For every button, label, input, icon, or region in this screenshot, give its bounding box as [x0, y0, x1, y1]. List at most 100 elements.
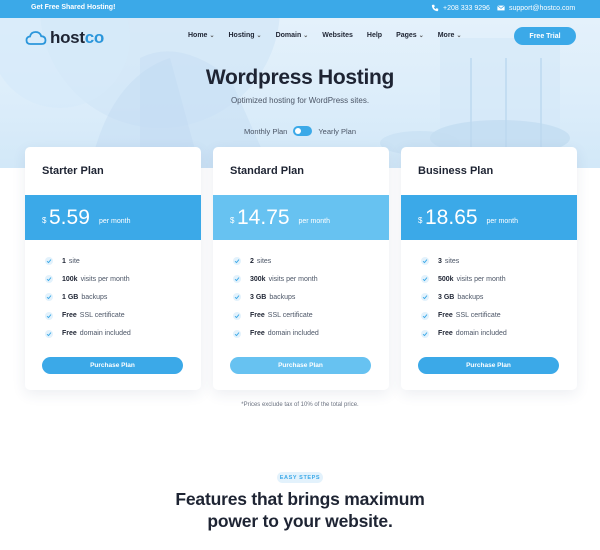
feature-text: SSL certificate [455, 312, 501, 320]
phone-contact[interactable]: +208 333 9296 [431, 4, 490, 12]
nav-item-label: Home [188, 32, 208, 39]
purchase-plan-button[interactable]: Purchase Plan [230, 357, 371, 374]
feature-text: site [68, 257, 80, 265]
brand-name-b: co [84, 28, 105, 47]
feature-highlight: 2 [250, 257, 254, 265]
page-title: Wordpress Hosting [205, 66, 395, 89]
easy-steps-badge: EASY STEPS [277, 472, 323, 483]
feature-text: visits per month [268, 275, 318, 283]
email-address[interactable]: support@hostco.com [509, 5, 575, 12]
purchase-plan-button[interactable]: Purchase Plan [42, 357, 183, 374]
check-icon [421, 275, 429, 284]
brand-logo[interactable]: hostco [25, 28, 104, 48]
feature-item: Free domain included [421, 325, 507, 343]
feature-list: 2 sites 300k visits per month 3 GB backu… [233, 252, 319, 343]
purchase-plan-button[interactable]: Purchase Plan [418, 357, 559, 374]
feature-highlight: 300k [250, 275, 266, 283]
feature-highlight: Free [438, 330, 453, 338]
feature-text: visits per month [80, 275, 130, 283]
feature-text: backups [457, 293, 484, 301]
feature-text: SSL certificate [79, 312, 125, 320]
plan-name: Starter Plan [42, 165, 104, 177]
chevron-down-icon: ⌄ [209, 33, 215, 39]
feature-list: 1 site 100k visits per month 1 GB backup… [45, 252, 131, 343]
feature-item: 300k visits per month [233, 270, 319, 288]
nav-item-help[interactable]: Help [367, 32, 382, 39]
chevron-down-icon: ⌄ [456, 33, 462, 39]
features-title-line1: Features that brings maximum [175, 489, 425, 509]
check-icon [233, 275, 241, 284]
feature-item: 3 GB backups [421, 288, 507, 306]
billing-switch[interactable] [293, 126, 313, 136]
nav-item-label: Help [366, 32, 383, 39]
feature-text: backups [269, 293, 296, 301]
feature-item: 1 GB backups [45, 288, 131, 306]
plan-name: Business Plan [418, 165, 494, 177]
feature-item: 500k visits per month [421, 270, 507, 288]
chevron-down-icon: ⌄ [256, 33, 262, 39]
feature-item: 1 site [45, 252, 131, 270]
feature-item: Free SSL certificate [45, 307, 131, 325]
plan-card-business: Business Plan $ 18.65 per month 3 sites [401, 147, 577, 390]
feature-text: SSL certificate [267, 312, 313, 320]
check-icon [45, 293, 53, 302]
feature-highlight: Free [250, 330, 265, 338]
nav-item-domain[interactable]: Domain ⌄ [276, 32, 309, 39]
feature-text: domain included [455, 330, 507, 338]
phone-number[interactable]: +208 333 9296 [443, 5, 490, 12]
plan-name: Standard Plan [230, 165, 304, 177]
monthly-plan-label[interactable]: Monthly Plan [244, 127, 287, 136]
page-subtitle: Optimized hosting for WordPress sites. [230, 96, 370, 105]
brand-name: hostco [50, 28, 104, 48]
price-band: $ 14.75 per month [213, 195, 389, 240]
price-currency: $ [230, 216, 235, 225]
main-navbar: hostco Home ⌄ Hosting ⌄ Domain ⌄ Websites Help P… [0, 18, 600, 56]
email-contact[interactable]: support@hostco.com [497, 4, 575, 12]
feature-item: 100k visits per month [45, 270, 131, 288]
check-icon [421, 257, 429, 266]
price-period: per month [99, 218, 131, 225]
nav-item-label: Hosting [228, 32, 255, 39]
feature-highlight: Free [438, 312, 453, 320]
free-trial-button[interactable]: Free Trial [514, 27, 576, 45]
check-icon [233, 293, 241, 302]
feature-highlight: 1 GB [62, 293, 79, 301]
nav-item-more[interactable]: More ⌄ [438, 32, 462, 39]
nav-item-pages[interactable]: Pages ⌄ [396, 32, 424, 39]
feature-text: domain included [267, 330, 319, 338]
plan-card-standard: Standard Plan $ 14.75 per month 2 sites [213, 147, 389, 390]
feature-text: backups [81, 293, 108, 301]
brand-name-a: host [50, 28, 85, 47]
feature-highlight: 1 [62, 257, 66, 265]
nav-item-label: Pages [396, 32, 417, 39]
price-amount: 18.65 [425, 206, 478, 229]
switch-knob [295, 128, 302, 134]
feature-item: 3 sites [421, 252, 507, 270]
feature-text: domain included [79, 330, 131, 338]
feature-item: Free SSL certificate [421, 307, 507, 325]
plan-card-starter: Starter Plan $ 5.59 per month 1 site 100… [25, 147, 201, 390]
billing-toggle: Monthly Plan Yearly Plan [0, 126, 600, 136]
yearly-plan-label[interactable]: Yearly Plan [318, 127, 356, 136]
chevron-down-icon: ⌄ [418, 33, 424, 39]
feature-text: sites [444, 257, 460, 265]
feature-item: 2 sites [233, 252, 319, 270]
price-amount: 5.59 [49, 206, 90, 229]
check-icon [45, 311, 53, 320]
mail-icon [497, 5, 505, 11]
nav-item-label: Websites [322, 32, 353, 39]
nav-item-label: More [437, 32, 455, 39]
top-bar: Get Free Shared Hosting! +208 333 9296 s… [0, 0, 600, 18]
chevron-down-icon: ⌄ [303, 33, 309, 39]
price-currency: $ [42, 216, 47, 225]
promo-text: Get Free Shared Hosting! [31, 4, 116, 11]
features-title-line2: power to your website. [207, 511, 393, 531]
feature-text: sites [256, 257, 272, 265]
nav-item-home[interactable]: Home ⌄ [188, 32, 214, 39]
nav-item-websites[interactable]: Websites [322, 32, 353, 39]
nav-item-label: Domain [275, 32, 302, 39]
feature-highlight: Free [62, 330, 77, 338]
feature-highlight: 3 [438, 257, 442, 265]
price-band: $ 5.59 per month [25, 195, 201, 240]
nav-item-hosting[interactable]: Hosting ⌄ [228, 32, 261, 39]
